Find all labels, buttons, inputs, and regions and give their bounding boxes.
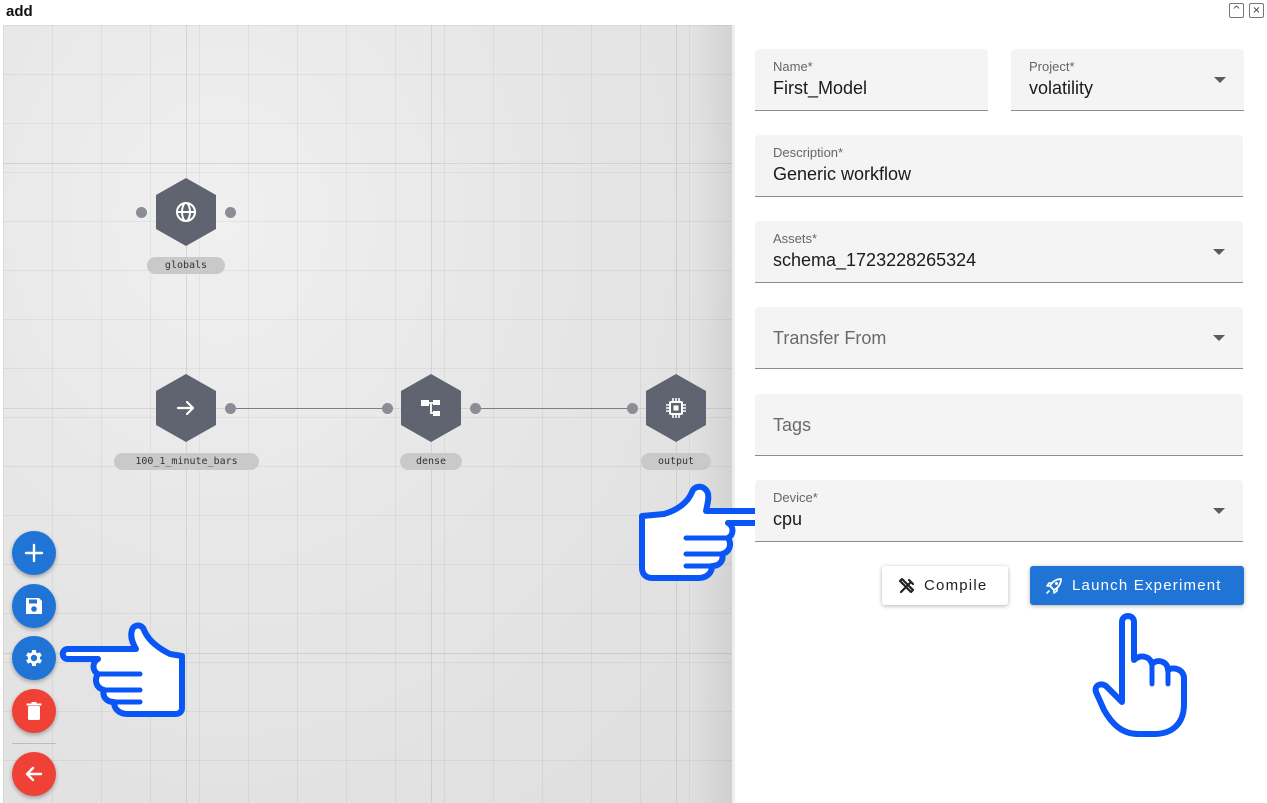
device-select[interactable]: Device* cpu: [755, 480, 1243, 542]
node-globals-input-port[interactable]: [136, 207, 147, 218]
tools-icon: [898, 577, 915, 594]
save-button[interactable]: [12, 584, 56, 628]
trash-icon: [26, 702, 42, 720]
edge-dense-output: [480, 408, 627, 409]
chevron-down-icon: [1213, 508, 1225, 514]
rocket-icon: [1046, 578, 1062, 594]
toolbar-divider: [12, 743, 56, 744]
arrow-left-icon: [25, 766, 43, 782]
node-dense[interactable]: [401, 374, 461, 442]
launch-experiment-label: Launch Experiment: [1072, 577, 1222, 594]
pointing-hand-left-icon: [59, 622, 185, 717]
chevron-down-icon: [1213, 335, 1225, 341]
globe-icon: [176, 202, 196, 222]
pointing-hand-up-icon: [1092, 613, 1187, 737]
description-field[interactable]: Description* Generic workflow: [755, 135, 1243, 197]
node-dense-output-port[interactable]: [470, 403, 481, 414]
assets-label: Assets*: [773, 231, 818, 246]
transfer-from-placeholder: Transfer From: [773, 328, 887, 348]
floppy-disk-icon: [26, 598, 42, 614]
chip-icon: [666, 398, 686, 418]
plus-icon: [24, 543, 44, 563]
transfer-from-select[interactable]: Transfer From: [755, 307, 1243, 369]
app-window: add ^ × globals 100_1_minute_bars dense …: [0, 0, 1267, 803]
name-label: Name*: [773, 59, 813, 74]
launch-experiment-button[interactable]: Launch Experiment: [1030, 566, 1244, 605]
chevron-down-icon: [1213, 249, 1225, 255]
node-output[interactable]: [646, 374, 706, 442]
node-bars-output-port[interactable]: [225, 403, 236, 414]
node-output-label: output: [641, 453, 711, 470]
device-label: Device*: [773, 490, 818, 505]
add-node-button[interactable]: [12, 531, 56, 575]
assets-value: schema_1723228265324: [773, 250, 977, 270]
node-dense-label: dense: [400, 453, 462, 470]
node-dense-input-port[interactable]: [382, 403, 393, 414]
delete-button[interactable]: [12, 689, 56, 733]
pointing-hand-right-icon: [639, 483, 767, 581]
arrow-right-icon: [176, 400, 195, 416]
project-value: volatility: [1029, 78, 1094, 98]
back-button[interactable]: [12, 752, 56, 796]
compile-label: Compile: [924, 577, 988, 594]
compile-button[interactable]: Compile: [882, 566, 1008, 605]
description-value: Generic workflow: [773, 164, 912, 184]
maximize-button[interactable]: ^: [1229, 3, 1244, 18]
device-value: cpu: [773, 509, 803, 529]
chevron-down-icon: [1214, 77, 1226, 83]
node-globals-output-port[interactable]: [225, 207, 236, 218]
node-bars-label: 100_1_minute_bars: [114, 453, 259, 470]
tags-field[interactable]: Tags: [755, 394, 1243, 456]
window-title: add: [6, 3, 33, 20]
node-output-input-port[interactable]: [627, 403, 638, 414]
name-value: First_Model: [773, 78, 868, 98]
project-label: Project*: [1029, 59, 1075, 74]
grid-line: [3, 163, 732, 164]
settings-button[interactable]: [12, 636, 56, 680]
node-globals-label: globals: [147, 257, 225, 274]
tags-placeholder: Tags: [773, 415, 812, 435]
close-button[interactable]: ×: [1249, 3, 1264, 18]
assets-select[interactable]: Assets* schema_1723228265324: [755, 221, 1243, 283]
project-select[interactable]: Project* volatility: [1011, 49, 1244, 111]
title-bar: add ^ ×: [0, 0, 1267, 24]
gear-icon: [26, 650, 42, 666]
edge-bars-dense: [235, 408, 382, 409]
node-100-1-minute-bars[interactable]: [156, 374, 216, 442]
name-field[interactable]: Name* First_Model: [755, 49, 988, 111]
node-globals[interactable]: [156, 178, 216, 246]
hierarchy-icon: [421, 400, 440, 416]
description-label: Description*: [773, 145, 844, 160]
